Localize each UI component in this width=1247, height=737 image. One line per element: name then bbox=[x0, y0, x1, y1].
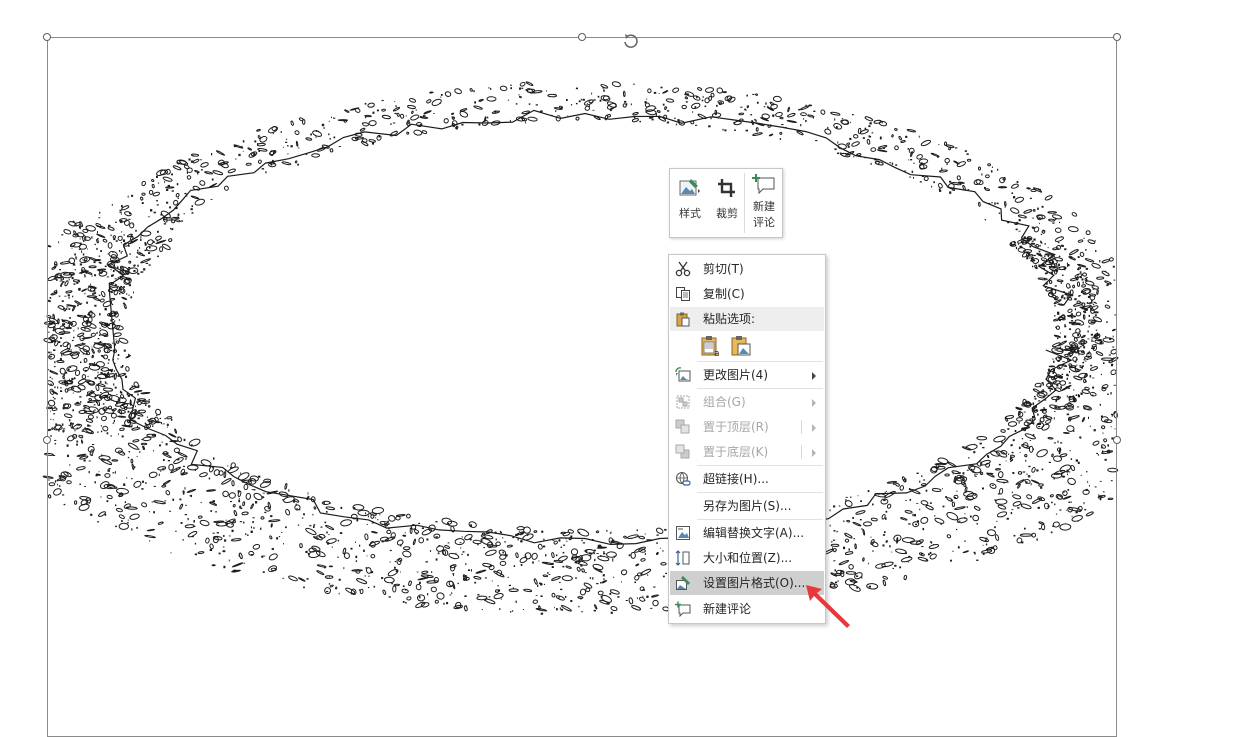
new-comment-label-line2: 评论 bbox=[753, 216, 775, 229]
picture-style-icon bbox=[679, 179, 700, 196]
menu-item-label: 大小和位置(Z)... bbox=[703, 551, 793, 565]
context-menu: 剪切(T) 复制(C) 粘贴选项: a 更改图片(4) 组合(G) 置于顶层(R… bbox=[668, 254, 826, 624]
mini-toolbar: 样式 裁剪 新建 评论 bbox=[669, 168, 783, 238]
resize-handle-top-right[interactable] bbox=[1113, 33, 1121, 41]
new-comment-button[interactable]: 新建 评论 bbox=[745, 169, 783, 237]
menu-item-label: 置于底层(K) bbox=[703, 445, 769, 459]
split-divider bbox=[801, 420, 802, 434]
menu-item-label: 粘贴选项: bbox=[703, 312, 756, 326]
menu-item-label: 剪切(T) bbox=[703, 262, 744, 276]
menu-item-save-as-picture[interactable]: 另存为图片(S)... bbox=[670, 494, 824, 518]
menu-item-cut[interactable]: 剪切(T) bbox=[670, 257, 824, 281]
menu-item-label: 置于顶层(R) bbox=[703, 420, 769, 434]
paste-picture-icon[interactable] bbox=[729, 334, 753, 358]
menu-item-copy[interactable]: 复制(C) bbox=[670, 282, 824, 306]
submenu-arrow-icon bbox=[812, 399, 816, 407]
send-to-back-icon bbox=[675, 444, 690, 459]
menu-item-bring-to-front[interactable]: 置于顶层(R) bbox=[670, 415, 824, 439]
menu-item-label: 编辑替换文字(A)... bbox=[703, 526, 805, 540]
resize-handle-top-middle[interactable] bbox=[578, 33, 586, 41]
menu-separator bbox=[697, 492, 823, 493]
menu-separator bbox=[697, 519, 823, 520]
crop-button[interactable]: 裁剪 bbox=[710, 169, 744, 237]
menu-item-send-to-back[interactable]: 置于底层(K) bbox=[670, 440, 824, 464]
menu-item-change-picture[interactable]: 更改图片(4) bbox=[670, 363, 824, 387]
rotate-handle-icon[interactable] bbox=[621, 32, 639, 50]
menu-item-label: 另存为图片(S)... bbox=[703, 499, 792, 513]
style-label: 样式 bbox=[679, 207, 701, 220]
format-picture-icon bbox=[676, 576, 690, 590]
new-comment-icon bbox=[752, 174, 775, 195]
new-comment-label-line1: 新建 bbox=[753, 200, 775, 213]
menu-item-size-and-position[interactable]: 大小和位置(Z)... bbox=[670, 546, 824, 570]
menu-item-group[interactable]: 组合(G) bbox=[670, 390, 824, 414]
menu-item-label: 设置图片格式(O)... bbox=[703, 576, 806, 590]
copy-icon bbox=[676, 287, 690, 301]
group-icon bbox=[676, 395, 690, 409]
menu-item-label: 复制(C) bbox=[703, 287, 745, 301]
svg-text:a: a bbox=[714, 349, 720, 358]
menu-item-label: 更改图片(4) bbox=[703, 368, 768, 382]
submenu-arrow-icon bbox=[812, 372, 816, 380]
crop-icon bbox=[718, 179, 735, 197]
picture-selection-frame[interactable] bbox=[43, 33, 1121, 737]
menu-item-edit-alt-text[interactable]: 编辑替换文字(A)... bbox=[670, 521, 824, 545]
style-button[interactable]: 样式 bbox=[670, 169, 710, 237]
bring-to-front-icon bbox=[675, 419, 690, 434]
resize-handle-middle-left[interactable] bbox=[43, 436, 51, 444]
menu-separator bbox=[697, 361, 823, 362]
crop-label: 裁剪 bbox=[716, 207, 738, 220]
menu-item-new-comment[interactable]: 新建评论 bbox=[670, 597, 824, 621]
alt-text-icon bbox=[676, 526, 690, 540]
hyperlink-icon bbox=[676, 472, 691, 486]
scissors-icon bbox=[675, 261, 691, 277]
menu-separator bbox=[697, 465, 823, 466]
paste-options-row: a bbox=[670, 331, 824, 361]
red-pointer-arrow-icon bbox=[806, 585, 850, 628]
menu-item-label: 新建评论 bbox=[703, 602, 752, 616]
resize-handle-top-left[interactable] bbox=[43, 33, 51, 41]
new-comment-icon bbox=[675, 601, 691, 617]
split-divider bbox=[801, 445, 802, 459]
menu-item-format-picture[interactable]: 设置图片格式(O)... bbox=[670, 571, 824, 595]
menu-header-paste-options: 粘贴选项: bbox=[670, 307, 824, 331]
menu-item-hyperlink[interactable]: 超链接(H)... bbox=[670, 467, 824, 491]
change-picture-icon bbox=[675, 367, 691, 382]
menu-item-label: 组合(G) bbox=[703, 395, 746, 409]
submenu-arrow-icon bbox=[812, 424, 816, 432]
paste-keep-text-icon[interactable]: a bbox=[699, 334, 723, 358]
menu-item-label: 超链接(H)... bbox=[703, 472, 769, 486]
size-position-icon bbox=[675, 550, 690, 566]
menu-separator bbox=[697, 388, 823, 389]
clipboard-icon bbox=[676, 312, 690, 327]
submenu-arrow-icon bbox=[812, 449, 816, 457]
resize-handle-middle-right[interactable] bbox=[1113, 436, 1121, 444]
